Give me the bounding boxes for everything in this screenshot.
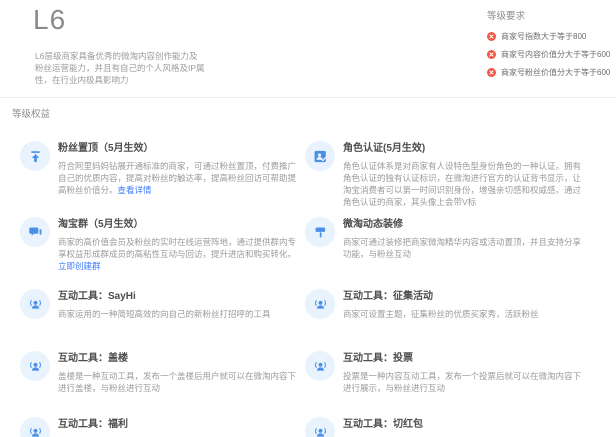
benefit-title: 互动工具：征集活动 <box>343 287 589 302</box>
benefit-title: 角色认证(5月生效) <box>343 139 589 154</box>
pin-top-icon <box>20 141 50 171</box>
requirement-text: 商家号粉丝价值分大于等于600 <box>501 67 610 78</box>
benefit-card-fuli: 互动工具：福利 <box>20 410 305 437</box>
benefits-grid: 粉丝置顶（5月生效） 符合阿里妈妈钻展开通标准的商家，可通过粉丝置顶，付费推广自… <box>20 134 616 437</box>
x-circle-icon <box>487 32 496 41</box>
benefit-title: 互动工具：盖楼 <box>58 349 304 364</box>
benefit-title: 互动工具：福利 <box>58 415 304 430</box>
benefit-desc: 符合阿里妈妈钻展开通标准的商家，可通过粉丝置顶，付费推广自己的优质内容，提高对粉… <box>58 160 304 196</box>
benefit-desc: 商家可通过装修把商家微淘精华内容或活动置顶，并且支持分享功能，与粉丝互动 <box>343 236 589 260</box>
benefit-desc-text: 商家运用的一种简短高效的向自己的新粉丝打招呼的工具 <box>58 309 271 319</box>
benefit-card-vote: 互动工具：投票 投票是一种内容互动工具，发布一个投票后就可以在微淘内容下进行展示… <box>305 344 590 410</box>
page-header: L6 L6层级商家具备优秀的微淘内容创作能力及粉丝运营能力，并且有自己的个人风格… <box>0 0 616 97</box>
requirement-item: 商家号内容价值分大于等于600 <box>487 49 610 60</box>
id-card-check-icon <box>305 141 335 171</box>
benefit-desc: 商家可设置主题，征集粉丝的优质买家秀，活跃粉丝 <box>343 308 589 320</box>
benefit-desc: 角色认证体系是对商家有人设特色型身份角色的一种认证。拥有角色认证的独有认证标识，… <box>343 160 589 208</box>
person-broadcast-icon <box>305 351 335 381</box>
benefit-card-feed-decoration: 微淘动态装修 商家可通过装修把商家微淘精华内容或活动置顶，并且支持分享功能，与粉… <box>305 210 590 282</box>
requirement-item: 商家号指数大于等于800 <box>487 31 610 42</box>
benefit-title: 微淘动态装修 <box>343 215 589 230</box>
benefit-title: 淘宝群（5月生效） <box>58 215 304 230</box>
merchant-level-page: L6 L6层级商家具备优秀的微淘内容创作能力及粉丝运营能力，并且有自己的个人风格… <box>0 0 616 437</box>
benefit-desc-text: 角色认证体系是对商家有人设特色型身份角色的一种认证。拥有角色认证的独有认证标识，… <box>343 161 581 207</box>
person-broadcast-icon <box>20 289 50 319</box>
benefit-card-red-packet: 互动工具：切红包 <box>305 410 590 437</box>
x-circle-icon <box>487 68 496 77</box>
person-broadcast-icon <box>305 417 335 437</box>
requirement-item: 商家号粉丝价值分大于等于600 <box>487 67 610 78</box>
benefit-card-collection-activity: 互动工具：征集活动 商家可设置主题，征集粉丝的优质买家秀，活跃粉丝 <box>305 282 590 344</box>
benefit-desc-text: 投票是一种内容互动工具，发布一个投票后就可以在微淘内容下进行展示，与粉丝进行互动 <box>343 371 581 393</box>
benefit-title: 粉丝置顶（5月生效） <box>58 139 304 154</box>
benefits-section-title: 等级权益 <box>12 106 616 120</box>
person-broadcast-icon <box>20 417 50 437</box>
create-group-link[interactable]: 立即创建群 <box>58 261 101 271</box>
level-title: L6 <box>33 4 66 36</box>
benefit-desc-text: 商家可通过装修把商家微淘精华内容或活动置顶，并且支持分享功能，与粉丝互动 <box>343 237 581 259</box>
benefit-title: 互动工具：投票 <box>343 349 589 364</box>
benefit-title: 互动工具：切红包 <box>343 415 589 430</box>
benefit-desc: 盖楼是一种互动工具，发布一个盖楼后用户就可以在微淘内容下进行盖楼，与粉丝进行互动 <box>58 370 304 394</box>
requirements-section: 等级要求 商家号指数大于等于800 商家号内容价值分大于等于600 商家号粉丝价… <box>487 8 610 85</box>
requirement-text: 商家号内容价值分大于等于600 <box>501 49 610 60</box>
benefit-card-fans-pin: 粉丝置顶（5月生效） 符合阿里妈妈钻展开通标准的商家，可通过粉丝置顶，付费推广自… <box>20 134 305 210</box>
person-broadcast-icon <box>305 289 335 319</box>
benefit-desc: 商家的高价值会员及粉丝的实时在线运营阵地，通过提供群内专享权益形成群成员的高粘性… <box>58 236 304 272</box>
benefit-desc: 投票是一种内容互动工具，发布一个投票后就可以在微淘内容下进行展示，与粉丝进行互动 <box>343 370 589 394</box>
chat-group-icon <box>20 217 50 247</box>
person-broadcast-icon <box>20 351 50 381</box>
benefit-card-taobao-group: 淘宝群（5月生效） 商家的高价值会员及粉丝的实时在线运营阵地，通过提供群内专享权… <box>20 210 305 282</box>
paint-roller-icon <box>305 217 335 247</box>
benefit-desc: 商家运用的一种简短高效的向自己的新粉丝打招呼的工具 <box>58 308 304 320</box>
benefit-card-role-cert: 角色认证(5月生效) 角色认证体系是对商家有人设特色型身份角色的一种认证。拥有角… <box>305 134 590 210</box>
requirement-text: 商家号指数大于等于800 <box>501 31 586 42</box>
view-details-link[interactable]: 查看详情 <box>118 185 152 195</box>
level-description: L6层级商家具备优秀的微淘内容创作能力及粉丝运营能力，并且有自己的个人风格及IP… <box>35 50 205 86</box>
section-divider <box>0 97 616 98</box>
benefit-card-sayhi: 互动工具：SayHi 商家运用的一种简短高效的向自己的新粉丝打招呼的工具 <box>20 282 305 344</box>
benefit-desc-text: 盖楼是一种互动工具，发布一个盖楼后用户就可以在微淘内容下进行盖楼，与粉丝进行互动 <box>58 371 296 393</box>
benefit-card-gailou: 互动工具：盖楼 盖楼是一种互动工具，发布一个盖楼后用户就可以在微淘内容下进行盖楼… <box>20 344 305 410</box>
benefit-title: 互动工具：SayHi <box>58 287 304 302</box>
benefit-desc-text: 商家可设置主题，征集粉丝的优质买家秀，活跃粉丝 <box>343 309 539 319</box>
x-circle-icon <box>487 50 496 59</box>
requirements-title: 等级要求 <box>487 8 610 22</box>
benefit-desc-text: 商家的高价值会员及粉丝的实时在线运营阵地，通过提供群内专享权益形成群成员的高粘性… <box>58 237 296 259</box>
benefit-desc-text: 符合阿里妈妈钻展开通标准的商家，可通过粉丝置顶，付费推广自己的优质内容，提高对粉… <box>58 161 296 195</box>
